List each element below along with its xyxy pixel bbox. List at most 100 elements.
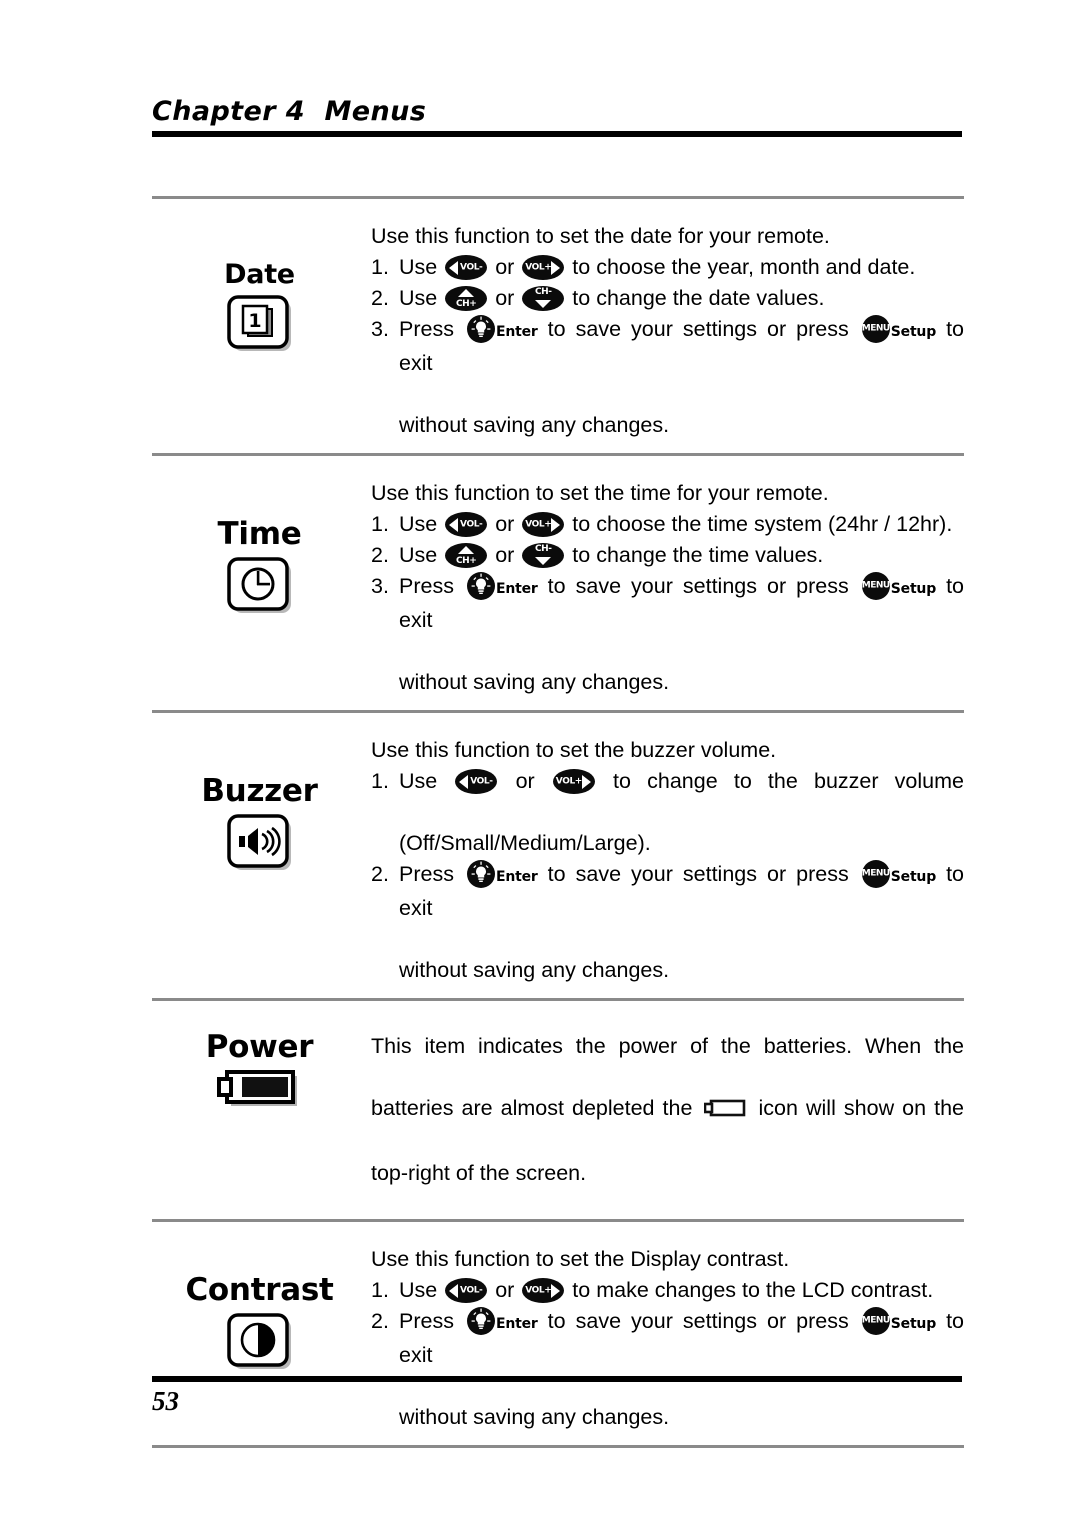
step-number: 2. — [371, 543, 389, 567]
step-text: Use CH+ or CH- to change the time values… — [399, 540, 964, 571]
step-text: Use VOL- or VOL+ to change to the buzzer… — [399, 766, 964, 828]
buzzer-step-2-cont: without saving any changes. — [371, 955, 964, 986]
step-mid: or — [495, 543, 515, 567]
step-mid: or — [515, 769, 535, 793]
power-text-column: This item indicates the power of the bat… — [367, 1031, 964, 1189]
step-pre: Use — [399, 512, 438, 536]
down-triangle-icon — [535, 300, 552, 308]
content-area: Date 1 Use this function to set the date… — [152, 196, 964, 1448]
enter-button[interactable] — [467, 860, 495, 888]
ch-plus-button[interactable]: CH+ — [445, 543, 488, 568]
section-buzzer: Buzzer Use this function to set the buzz… — [152, 713, 964, 998]
right-triangle-icon — [551, 517, 561, 532]
step-number: 3. — [371, 317, 389, 341]
setup-button[interactable]: MENU — [861, 1307, 890, 1335]
ch-minus-button[interactable]: CH- — [522, 286, 565, 311]
vol-plus-button[interactable]: VOL+ — [552, 769, 595, 794]
vol-minus-button[interactable]: VOL- — [445, 512, 488, 537]
enter-button[interactable] — [467, 315, 495, 343]
step-mid: or — [495, 512, 515, 536]
vol-minus-label: VOL- — [460, 519, 483, 529]
enter-caption: Enter — [496, 324, 538, 340]
step-continuation: (Off/Small/Medium/Large). — [399, 831, 651, 855]
time-label-column: Time — [152, 478, 367, 620]
step-text: Use VOL- or VOL+ to make changes to the … — [399, 1275, 964, 1306]
page-footer: 53 — [152, 1376, 962, 1417]
step-mid: to save your settings or press — [547, 317, 849, 341]
section-title-time: Time — [217, 516, 302, 552]
step-pre: Use — [399, 286, 438, 310]
date-step-1: 1. Use VOL- or VOL+ to choose the year, … — [371, 252, 964, 283]
enter-caption: Enter — [496, 581, 538, 597]
section-title-contrast: Contrast — [185, 1272, 334, 1308]
step-pre: Press — [399, 1309, 454, 1333]
buzzer-step-1-cont: (Off/Small/Medium/Large). — [371, 828, 964, 859]
header-rule — [152, 131, 962, 137]
vol-minus-button[interactable]: VOL- — [455, 769, 498, 794]
step-continuation: without saving any changes. — [399, 958, 670, 982]
vol-minus-button[interactable]: VOL- — [445, 255, 488, 280]
step-number: 3. — [371, 574, 389, 598]
setup-button[interactable]: MENU — [861, 860, 890, 888]
ch-minus-button[interactable]: CH- — [522, 543, 565, 568]
power-paragraph-line-1: This item indicates the power of the bat… — [371, 1031, 964, 1093]
enter-button[interactable] — [467, 572, 495, 600]
power-paragraph-line-2: batteries are almost depleted the icon w… — [371, 1093, 964, 1158]
setup-button[interactable]: MENU — [861, 572, 890, 600]
section-title-buzzer: Buzzer — [201, 773, 318, 809]
ch-plus-label: CH+ — [455, 299, 477, 309]
step-text: Press Enter to save your settings or pre… — [399, 314, 964, 410]
power-paragraph-line-3: top-right of the screen. — [371, 1158, 964, 1189]
setup-caption: Setup — [890, 324, 937, 340]
step-number: 2. — [371, 862, 389, 886]
contrast-label-column: Contrast — [152, 1244, 367, 1376]
step-mid: to save your settings or press — [547, 862, 849, 886]
power-line-3: top-right of the screen. — [371, 1161, 587, 1185]
step-text: Press Enter to save your settings or pre… — [399, 571, 964, 667]
power-text-a: This item indicates the power of the bat… — [371, 1034, 964, 1058]
step-pre: Use — [399, 543, 438, 567]
setup-caption: Setup — [890, 581, 937, 597]
ch-plus-button[interactable]: CH+ — [445, 286, 488, 311]
buzzer-intro: Use this function to set the buzzer volu… — [371, 738, 777, 762]
step-mid: or — [495, 255, 515, 279]
step-pre: Use — [399, 769, 438, 793]
step-text: Use VOL- or VOL+ to choose the year, mon… — [399, 252, 964, 283]
contrast-step-1: 1. Use VOL- or VOL+ to make changes to t… — [371, 1275, 964, 1306]
step-number-spacer — [371, 955, 399, 986]
ch-plus-label: CH+ — [455, 556, 477, 566]
step-post: to choose the year, month and date. — [572, 255, 916, 279]
chapter-title: Chapter 4 Menus — [152, 96, 427, 127]
power-line-2: batteries are almost depleted the icon w… — [371, 1093, 964, 1158]
vol-plus-label: VOL+ — [555, 776, 583, 786]
step-text: Use VOL- or VOL+ to choose the time syst… — [399, 509, 964, 540]
vol-minus-label: VOL- — [460, 1285, 483, 1295]
step-number: 1. — [371, 255, 389, 279]
power-label-column: Power — [152, 1031, 367, 1115]
up-triangle-icon — [458, 289, 475, 297]
time-text-column: Use this function to set the time for yo… — [367, 478, 964, 698]
menu-label: MENU — [861, 868, 890, 879]
vol-plus-button[interactable]: VOL+ — [522, 255, 565, 280]
down-triangle-icon — [535, 557, 552, 565]
enter-button[interactable] — [467, 1307, 495, 1335]
vol-plus-button[interactable]: VOL+ — [522, 512, 565, 537]
setup-caption: Setup — [890, 1316, 937, 1332]
vol-plus-button[interactable]: VOL+ — [522, 1278, 565, 1303]
page-number: 53 — [152, 1386, 179, 1416]
date-text-column: Use this function to set the date for yo… — [367, 221, 964, 441]
step-post: to change to the buzzer volume — [613, 769, 964, 793]
calendar-icon: 1 — [224, 295, 296, 358]
time-step-3: 3. Press Enter to save your settings or … — [371, 571, 964, 667]
enter-caption: Enter — [496, 1316, 538, 1332]
section-title-power: Power — [205, 1029, 314, 1065]
buzzer-text-column: Use this function to set the buzzer volu… — [367, 735, 964, 986]
step-pre: Use — [399, 1278, 438, 1302]
vol-minus-button[interactable]: VOL- — [445, 1278, 488, 1303]
date-intro: Use this function to set the date for yo… — [371, 224, 830, 248]
buzzer-label-column: Buzzer — [152, 735, 367, 877]
battery-full-icon — [216, 1066, 303, 1115]
step-post: to change the time values. — [572, 543, 824, 567]
speaker-icon — [224, 813, 296, 877]
setup-button[interactable]: MENU — [861, 315, 890, 343]
